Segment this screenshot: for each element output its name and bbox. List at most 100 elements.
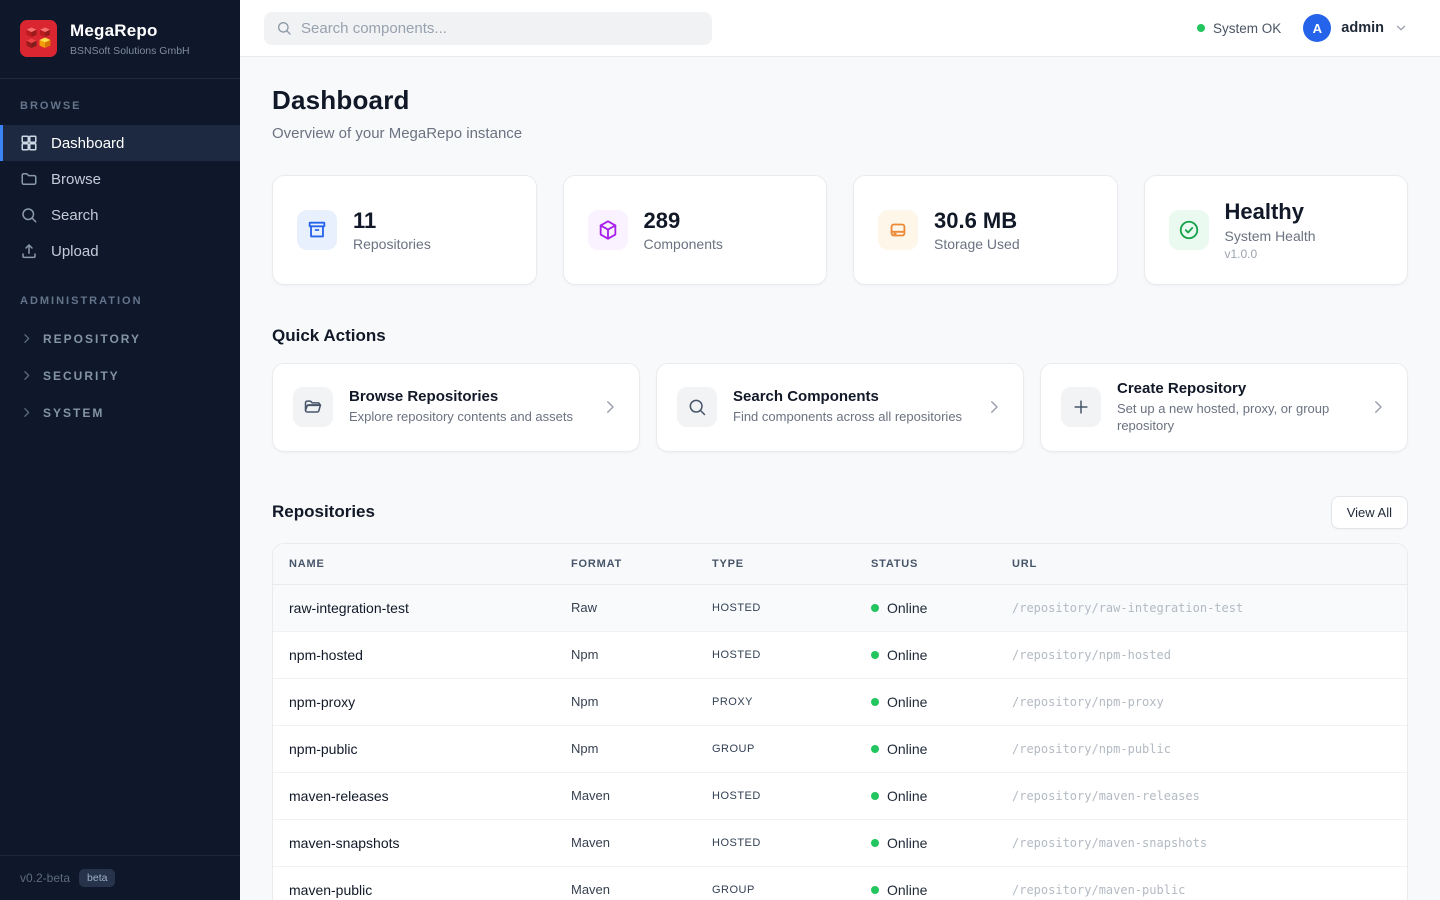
repo-status-text: Online — [887, 835, 927, 851]
status-dot-icon — [1197, 24, 1205, 32]
sidebar: MegaRepo BSNSoft Solutions GmbH BROWSE D… — [0, 0, 240, 900]
repo-status: Online — [855, 647, 996, 663]
action-search-components[interactable]: Search Components Find components across… — [656, 363, 1024, 452]
sidebar-item-search[interactable]: Search — [0, 197, 240, 233]
user-menu[interactable]: A admin — [1303, 14, 1408, 42]
nav-section-administration: ADMINISTRATION — [0, 295, 240, 307]
action-title: Browse Repositories — [349, 388, 573, 405]
online-dot-icon — [871, 886, 879, 894]
action-description: Find components across all repositories — [733, 409, 962, 426]
stat-sub: v1.0.0 — [1225, 247, 1316, 261]
action-description: Explore repository contents and assets — [349, 409, 573, 426]
grid-icon — [20, 134, 38, 152]
sidebar-group-security[interactable]: SECURITY — [0, 357, 240, 394]
table-row[interactable]: npm-hosted Npm HOSTED Online /repository… — [273, 632, 1407, 679]
sidebar-footer: v0.2-beta beta — [0, 855, 240, 900]
folder-open-icon — [293, 387, 333, 427]
repo-name: npm-public — [273, 741, 555, 757]
repo-type: GROUP — [696, 884, 855, 896]
search-icon — [677, 387, 717, 427]
sidebar-group-system[interactable]: SYSTEM — [0, 394, 240, 431]
folder-icon — [20, 170, 38, 188]
stat-card-health: Healthy System Health v1.0.0 — [1144, 175, 1409, 285]
stat-card-components: 289 Components — [563, 175, 828, 285]
sidebar-item-browse[interactable]: Browse — [0, 161, 240, 197]
action-create-repository[interactable]: Create Repository Set up a new hosted, p… — [1040, 363, 1408, 452]
online-dot-icon — [871, 651, 879, 659]
sidebar-item-dashboard[interactable]: Dashboard — [0, 125, 240, 161]
repo-name: maven-snapshots — [273, 835, 555, 851]
app-logo-icon — [20, 20, 57, 57]
repo-type: HOSTED — [696, 790, 855, 802]
system-status-text: System OK — [1213, 21, 1281, 36]
topbar: System OK A admin — [240, 0, 1440, 57]
stat-card-storage: 30.6 MB Storage Used — [853, 175, 1118, 285]
repositories-table: NAME FORMAT TYPE STATUS URL raw-integrat… — [272, 543, 1408, 900]
chevron-right-icon — [601, 398, 619, 416]
sidebar-nav: BROWSE Dashboard Browse Search — [0, 79, 240, 431]
repo-format: Raw — [555, 600, 696, 615]
stat-label: Components — [644, 236, 723, 252]
chevron-right-icon — [20, 406, 33, 419]
repo-url: /repository/raw-integration-test — [996, 601, 1407, 615]
upload-icon — [20, 242, 38, 260]
sidebar-group-repository[interactable]: REPOSITORY — [0, 320, 240, 357]
repo-name: npm-hosted — [273, 647, 555, 663]
table-row[interactable]: maven-public Maven GROUP Online /reposit… — [273, 867, 1407, 900]
repo-format: Npm — [555, 694, 696, 709]
action-title: Create Repository — [1117, 380, 1353, 397]
search-input[interactable] — [301, 20, 700, 37]
user-name: admin — [1341, 20, 1384, 36]
chevron-down-icon — [1394, 21, 1408, 35]
table-body: raw-integration-test Raw HOSTED Online /… — [273, 585, 1407, 900]
page-subtitle: Overview of your MegaRepo instance — [272, 125, 1408, 142]
check-circle-icon — [1169, 210, 1209, 250]
repo-url: /repository/npm-public — [996, 742, 1407, 756]
plus-icon — [1061, 387, 1101, 427]
stat-card-repositories: 11 Repositories — [272, 175, 537, 285]
chevron-right-icon — [20, 332, 33, 345]
nav-section-browse: BROWSE — [0, 100, 240, 112]
brand: MegaRepo BSNSoft Solutions GmbH — [0, 0, 240, 79]
table-row[interactable]: npm-public Npm GROUP Online /repository/… — [273, 726, 1407, 773]
repo-name: maven-public — [273, 882, 555, 898]
sidebar-item-label: Dashboard — [51, 135, 124, 152]
view-all-button[interactable]: View All — [1331, 496, 1408, 529]
stat-value: 30.6 MB — [934, 208, 1020, 233]
action-browse-repositories[interactable]: Browse Repositories Explore repository c… — [272, 363, 640, 452]
sidebar-group-label: REPOSITORY — [43, 332, 141, 346]
stat-value: 289 — [644, 208, 723, 233]
repo-status: Online — [855, 694, 996, 710]
stat-label: Repositories — [353, 236, 431, 252]
repo-status: Online — [855, 788, 996, 804]
table-row[interactable]: npm-proxy Npm PROXY Online /repository/n… — [273, 679, 1407, 726]
repo-status-text: Online — [887, 741, 927, 757]
brand-name: MegaRepo — [70, 21, 190, 41]
repo-status: Online — [855, 882, 996, 898]
sidebar-item-upload[interactable]: Upload — [0, 233, 240, 269]
repo-url: /repository/maven-public — [996, 883, 1407, 897]
quick-actions-title: Quick Actions — [272, 326, 1408, 346]
table-row[interactable]: maven-releases Maven HOSTED Online /repo… — [273, 773, 1407, 820]
beta-badge: beta — [79, 869, 115, 887]
repo-format: Npm — [555, 741, 696, 756]
column-header-type: TYPE — [696, 558, 855, 570]
repo-name: maven-releases — [273, 788, 555, 804]
main-content: Dashboard Overview of your MegaRepo inst… — [240, 57, 1440, 900]
repo-format: Maven — [555, 835, 696, 850]
action-description: Set up a new hosted, proxy, or group rep… — [1117, 401, 1353, 435]
repo-type: HOSTED — [696, 837, 855, 849]
repo-status-text: Online — [887, 882, 927, 898]
repo-status-text: Online — [887, 788, 927, 804]
table-row[interactable]: raw-integration-test Raw HOSTED Online /… — [273, 585, 1407, 632]
table-row[interactable]: maven-snapshots Maven HOSTED Online /rep… — [273, 820, 1407, 867]
global-search[interactable] — [264, 12, 712, 45]
repo-status: Online — [855, 600, 996, 616]
page-title: Dashboard — [272, 85, 1408, 116]
stat-label: Storage Used — [934, 236, 1020, 252]
action-title: Search Components — [733, 388, 962, 405]
avatar: A — [1303, 14, 1331, 42]
repo-type: HOSTED — [696, 649, 855, 661]
repo-status: Online — [855, 835, 996, 851]
column-header-status: STATUS — [855, 558, 996, 570]
